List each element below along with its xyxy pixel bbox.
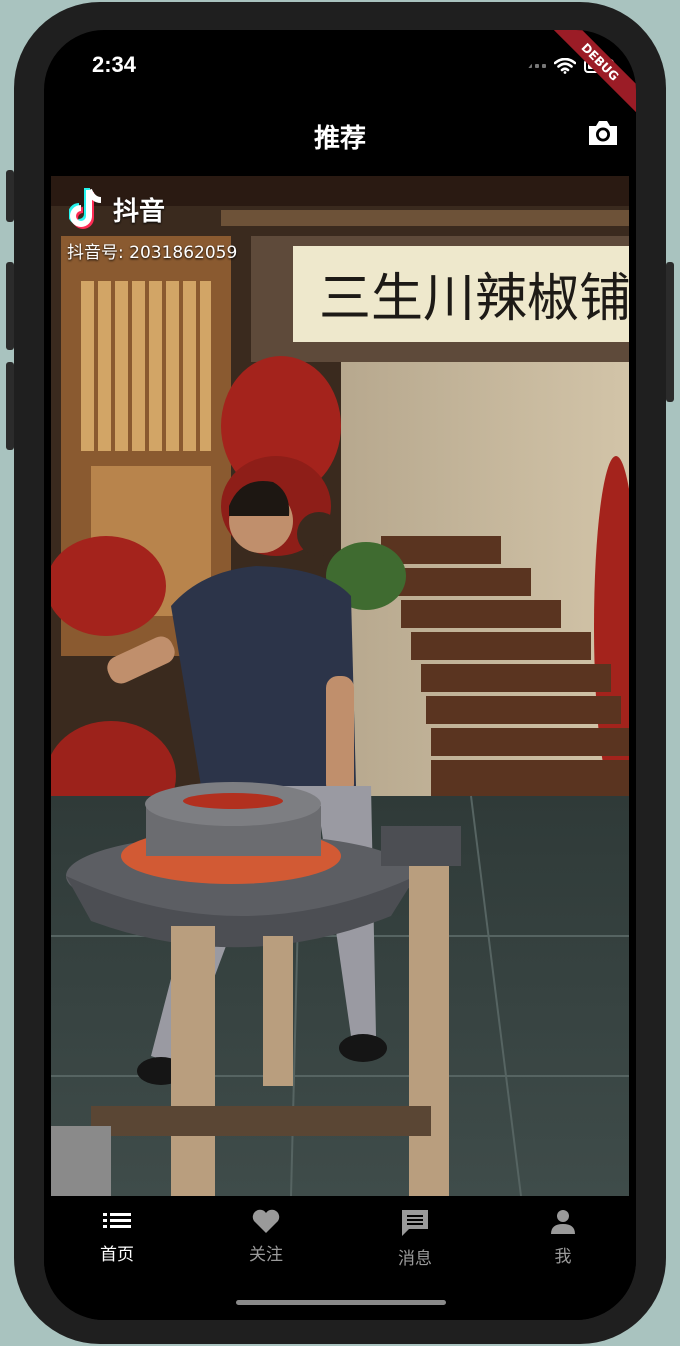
screen: 2:34 DEBUG 推荐 三生川辣椒铺 抖音 抖音号: 2031862059 … <box>44 30 636 1320</box>
volume-up-button <box>6 262 14 350</box>
wifi-icon <box>554 58 576 74</box>
message-icon <box>402 1210 428 1236</box>
mute-switch <box>6 170 14 222</box>
volume-down-button <box>6 362 14 450</box>
tab-home-label: 首页 <box>100 1245 134 1265</box>
tab-follow[interactable]: 关注 <box>226 1208 306 1265</box>
page-title: 推荐 <box>313 124 366 154</box>
tab-messages-label: 消息 <box>398 1249 432 1269</box>
video-player[interactable]: 三生川辣椒铺 抖音 抖音号: 2031862059 <box>51 176 629 1196</box>
watermark-id: 抖音号: 2031862059 <box>67 243 238 263</box>
status-time: 2:34 <box>92 52 137 77</box>
video-frame: 三生川辣椒铺 <box>51 176 629 1196</box>
heart-icon <box>252 1209 280 1233</box>
sign-text: 三生川辣椒铺 <box>319 269 629 329</box>
tab-me[interactable]: 我 <box>523 1208 603 1267</box>
tab-messages[interactable]: 消息 <box>375 1208 455 1269</box>
home-indicator[interactable] <box>236 1300 446 1305</box>
list-icon <box>103 1213 131 1228</box>
tiktok-logo-icon <box>69 188 102 229</box>
tab-me-label: 我 <box>554 1247 572 1267</box>
notch <box>204 30 536 78</box>
watermark-logo-text: 抖音 <box>113 196 166 227</box>
debug-banner: DEBUG <box>543 30 636 119</box>
video-watermark: 抖音 抖音号: 2031862059 <box>67 188 238 263</box>
camera-icon[interactable] <box>586 118 620 148</box>
phone-frame: 2:34 DEBUG 推荐 三生川辣椒铺 抖音 抖音号: 2031862059 … <box>14 2 666 1344</box>
person-icon <box>551 1210 575 1234</box>
power-button <box>666 262 674 402</box>
tab-home[interactable]: 首页 <box>77 1208 157 1265</box>
tab-follow-label: 关注 <box>249 1245 283 1265</box>
